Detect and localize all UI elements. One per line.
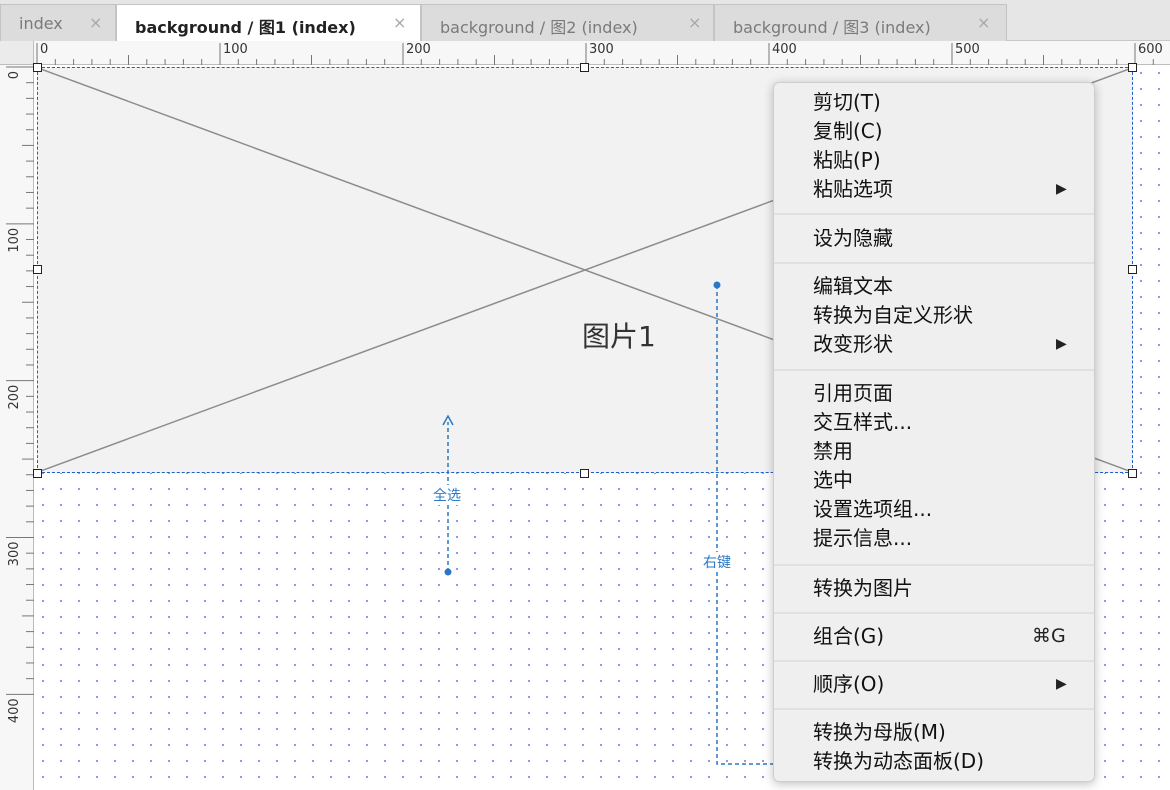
menu-item-interaction-styles[interactable]: 交互样式... bbox=[774, 408, 1094, 437]
menu-item-order[interactable]: 顺序(O) ▶ bbox=[774, 670, 1094, 699]
menu-separator bbox=[774, 213, 1094, 215]
menu-item-tooltip[interactable]: 提示信息... bbox=[774, 524, 1094, 553]
annotation-right-click: 右键 bbox=[702, 552, 732, 572]
menu-item-convert-dynamic-panel[interactable]: 转换为动态面板(D) bbox=[774, 747, 1094, 776]
menu-item-copy[interactable]: 复制(C) bbox=[774, 117, 1094, 146]
menu-item-set-hidden[interactable]: 设为隐藏 bbox=[774, 224, 1094, 253]
submenu-arrow-icon: ▶ bbox=[1056, 336, 1067, 352]
menu-item-convert-custom-shape[interactable]: 转换为自定义形状 bbox=[774, 301, 1094, 330]
annotation-select-all: 全选 bbox=[432, 485, 462, 505]
menu-item-change-shape[interactable]: 改变形状 ▶ bbox=[774, 330, 1094, 359]
context-menu: 剪切(T) 复制(C) 粘贴(P) 粘贴选项 ▶ 设为隐藏 编辑文本 转换为自定… bbox=[773, 82, 1095, 782]
menu-separator bbox=[774, 262, 1094, 264]
menu-separator bbox=[774, 708, 1094, 710]
menu-item-paste-options[interactable]: 粘贴选项 ▶ bbox=[774, 175, 1094, 204]
menu-item-convert-image[interactable]: 转换为图片 bbox=[774, 574, 1094, 603]
menu-separator bbox=[774, 564, 1094, 566]
submenu-arrow-icon: ▶ bbox=[1056, 181, 1067, 197]
menu-item-group[interactable]: 组合(G) ⌘G bbox=[774, 622, 1094, 651]
menu-item-edit-text[interactable]: 编辑文本 bbox=[774, 272, 1094, 301]
menu-item-reference-page[interactable]: 引用页面 bbox=[774, 379, 1094, 408]
menu-separator bbox=[774, 612, 1094, 614]
menu-item-convert-master[interactable]: 转换为母版(M) bbox=[774, 718, 1094, 747]
menu-separator bbox=[774, 660, 1094, 662]
shortcut-label: ⌘G bbox=[1032, 625, 1066, 647]
menu-separator bbox=[774, 369, 1094, 371]
menu-item-selected[interactable]: 选中 bbox=[774, 466, 1094, 495]
menu-item-option-group[interactable]: 设置选项组... bbox=[774, 495, 1094, 524]
menu-item-disable[interactable]: 禁用 bbox=[774, 437, 1094, 466]
submenu-arrow-icon: ▶ bbox=[1056, 676, 1067, 692]
menu-item-paste[interactable]: 粘贴(P) bbox=[774, 146, 1094, 175]
menu-item-cut[interactable]: 剪切(T) bbox=[774, 88, 1094, 117]
